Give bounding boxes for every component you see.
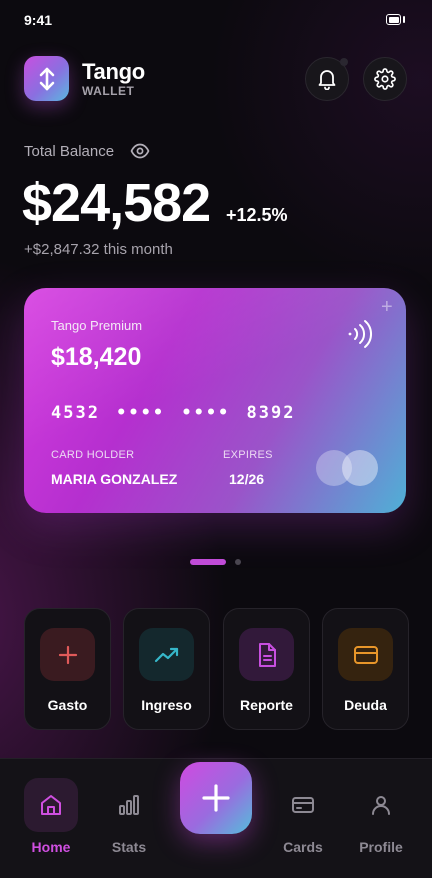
brand-subtitle: WALLET [82, 84, 135, 98]
plus-icon [40, 628, 95, 681]
nav-item-profile[interactable]: Profile [348, 778, 414, 868]
pagination-dot[interactable] [235, 559, 241, 565]
status-time: 9:41 [24, 12, 53, 28]
card-network-logo-overlap [342, 450, 378, 486]
document-icon [239, 628, 294, 681]
swap-vertical-icon [39, 67, 54, 90]
quick-action-gasto[interactable]: Gasto [24, 608, 111, 730]
credit-card[interactable]: + Tango Premium $18,420 4532 •••• •••• 8… [24, 288, 406, 513]
card-number: 4532 •••• •••• 8392 [51, 403, 296, 423]
balance-label: Total Balance [24, 143, 115, 160]
card-holder-name: MARIA GONZALEZ [51, 471, 178, 487]
nav-item-stats[interactable]: Stats [96, 778, 162, 868]
quick-action-reporte[interactable]: Reporte [223, 608, 310, 730]
credit-card-icon [338, 628, 393, 681]
battery-tip [403, 16, 405, 23]
pagination-dot-active[interactable] [190, 559, 226, 565]
quick-action-ingreso[interactable]: Ingreso [123, 608, 210, 730]
card-amount: $18,420 [51, 343, 142, 371]
wallet-card-icon [276, 778, 330, 832]
add-button[interactable] [180, 762, 252, 834]
nav-label-stats: Stats [111, 839, 147, 855]
nav-label-home: Home [31, 839, 71, 855]
battery-icon [386, 14, 401, 25]
bar-chart-icon [102, 778, 156, 832]
card-tier: Tango Premium [51, 318, 143, 333]
quick-action-label: Gasto [47, 697, 88, 713]
quick-action-deuda[interactable]: Deuda [322, 608, 409, 730]
nav-item-home[interactable]: Home [18, 778, 84, 868]
brand-name: Tango [82, 59, 145, 84]
month-delta: +$2,847.32 this month [24, 241, 173, 258]
plus-icon [202, 784, 230, 812]
quick-action-label: Reporte [240, 697, 293, 713]
home-icon [24, 778, 78, 832]
card-plus-mark: + [381, 296, 393, 318]
card-expires-value: 12/26 [229, 471, 265, 487]
settings-button[interactable] [363, 57, 407, 101]
balance-change: +12.5% [226, 205, 288, 225]
app-logo [24, 56, 69, 101]
eye-icon[interactable] [130, 143, 150, 164]
quick-action-label: Ingreso [141, 697, 192, 713]
nav-item-cards[interactable]: Cards [270, 778, 336, 868]
balance-value: $24,582 [22, 173, 211, 233]
card-expires-label: EXPIRES [223, 449, 273, 461]
user-icon [354, 778, 408, 832]
contactless-icon [344, 318, 374, 355]
nav-label-profile: Profile [359, 839, 403, 855]
notification-dot [340, 58, 348, 66]
quick-action-label: Deuda [344, 697, 387, 713]
nav-label-cards: Cards [283, 839, 323, 855]
bell-icon [318, 70, 336, 90]
card-holder-label: CARD HOLDER [51, 449, 135, 461]
trending-up-icon [139, 628, 194, 681]
gear-icon [374, 68, 396, 90]
